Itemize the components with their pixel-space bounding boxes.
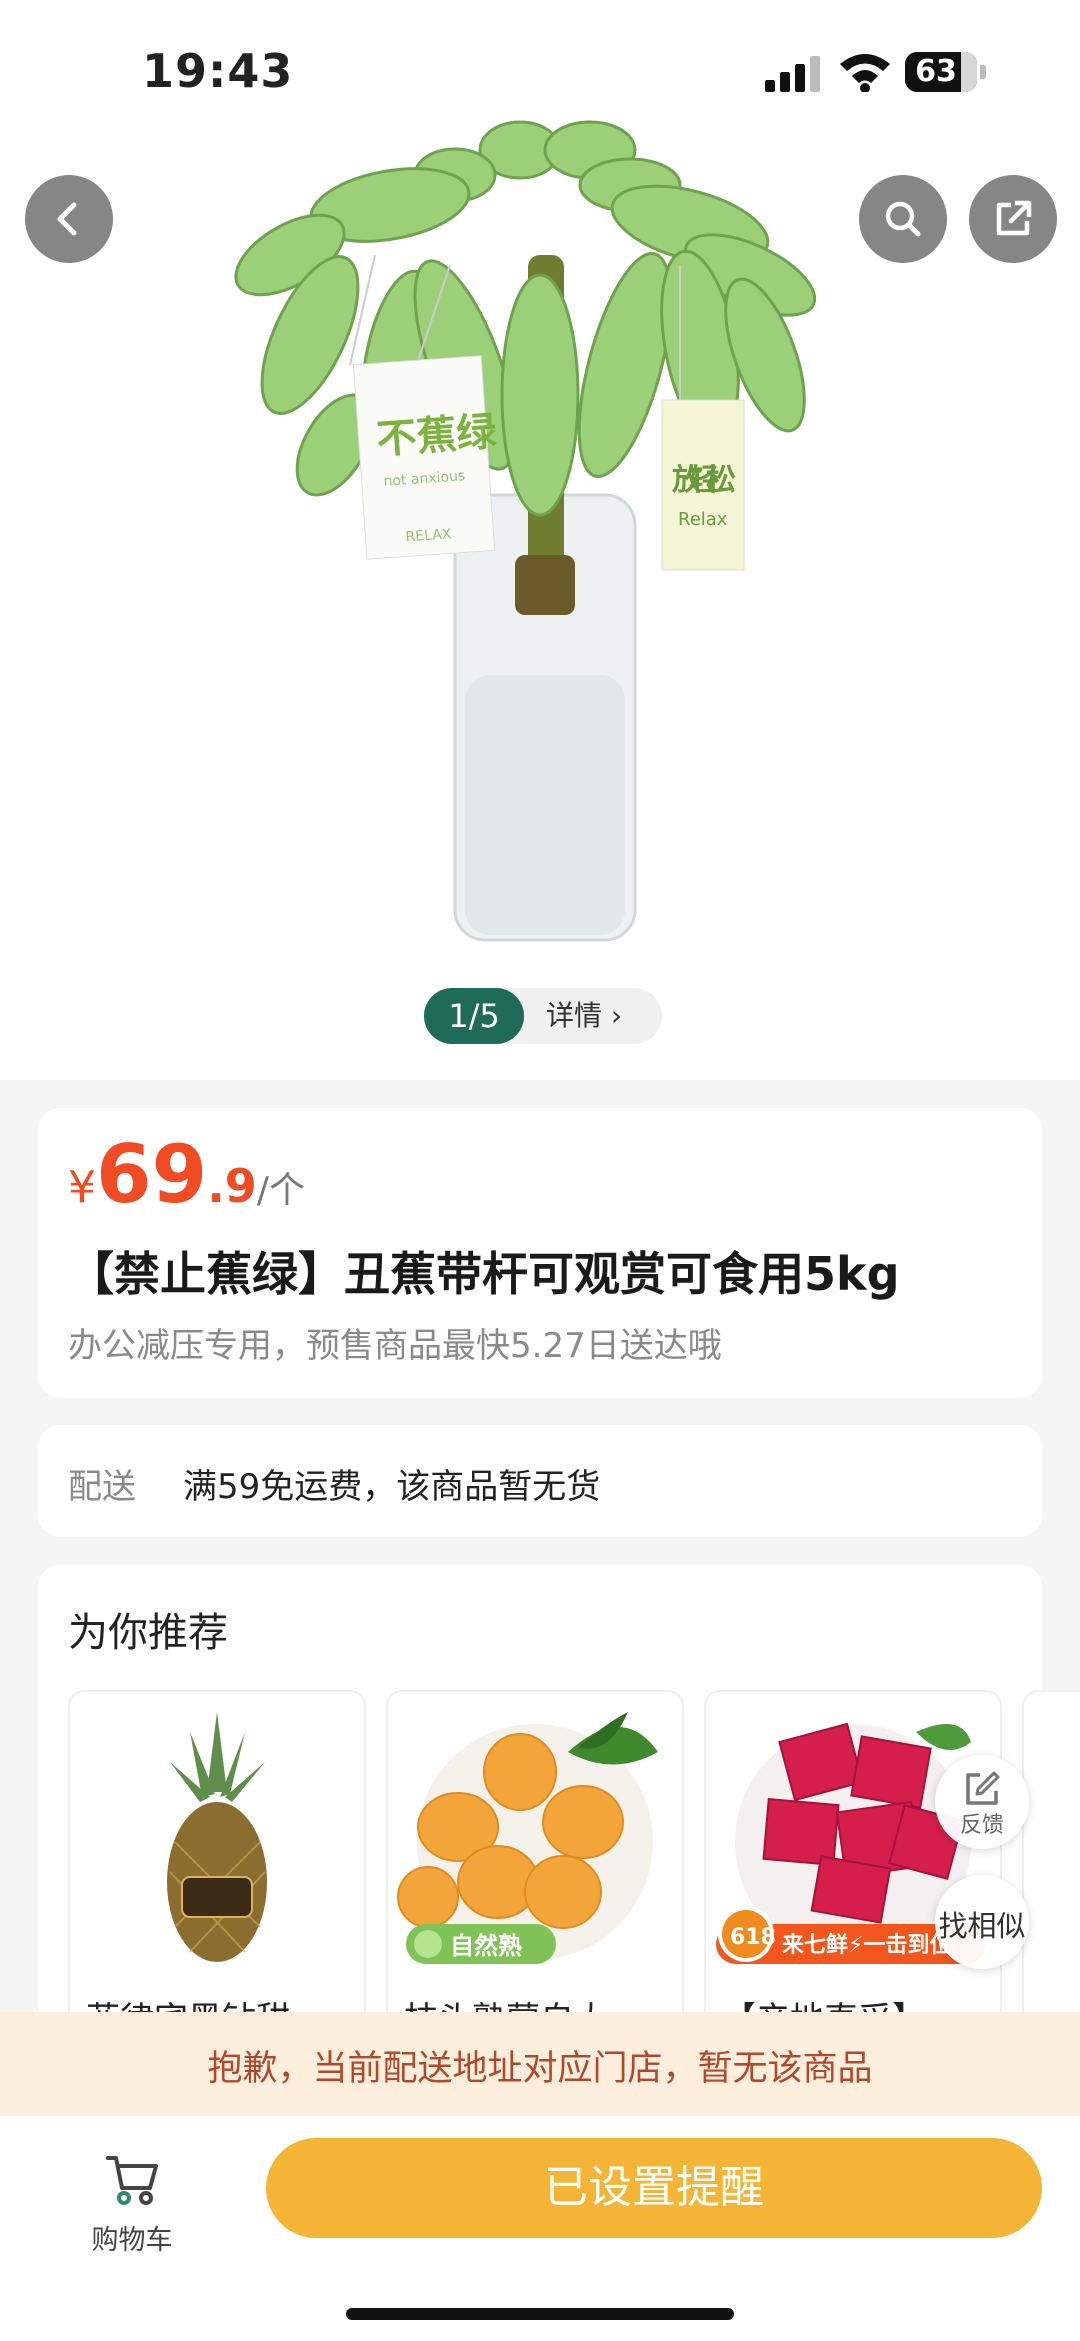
product-image: 不蕉绿 not anxious RELAX 放轻松 Relax [234, 120, 817, 942]
out-of-stock-notice: 抱歉，当前配送地址对应门店，暂无该商品 [0, 2012, 1080, 2116]
wifi-icon [840, 54, 890, 92]
find-similar-label: 找相似 [938, 1909, 1026, 1943]
product-title: 【禁止蕉绿】丑蕉带杆可观赏可食用5kg [68, 1247, 900, 1301]
gallery-pager[interactable]: 1/5 详情 › [424, 988, 662, 1044]
loquat-image: 自然熟 [397, 1712, 658, 1964]
battery-level: 63 [915, 54, 957, 89]
share-button[interactable] [969, 175, 1057, 263]
status-bar: 19:43 63 [0, 0, 1080, 140]
delivery-card[interactable]: 配送 满59免运费，该商品暂无货 [38, 1425, 1042, 1537]
price-unit: /个 [256, 1170, 305, 1211]
tag-right-cn: 放轻松 [671, 463, 736, 498]
price-card: ¥69.9/个 【禁止蕉绿】丑蕉带杆可观赏可食用5kg 办公减压专用，预售商品最… [38, 1108, 1042, 1398]
delivery-value: 满59免运费，该商品暂无货 [183, 1467, 601, 1507]
seven-fresh-badge: 来七鲜⚡一击到位 [781, 1932, 951, 1958]
battery-icon: 63 [905, 52, 987, 92]
share-icon [996, 200, 1032, 236]
chevron-left-icon [57, 202, 77, 236]
tag-right-en: Relax [678, 509, 728, 530]
delivery-label: 配送 [68, 1467, 136, 1507]
detail-link[interactable]: 详情 › [546, 988, 622, 1044]
badge-618: 618 [730, 1925, 776, 1950]
feedback-label: 反馈 [959, 1813, 1004, 1838]
feedback-button[interactable]: 反馈 [935, 1755, 1029, 1849]
status-time: 19:43 [142, 44, 294, 98]
search-button[interactable] [859, 175, 947, 263]
edit-icon [966, 1771, 1000, 1805]
gallery-index: 1/5 [424, 988, 524, 1044]
notice-text: 抱歉，当前配送地址对应门店，暂无该商品 [207, 2049, 873, 2089]
cart-icon [106, 2156, 158, 2205]
cart-button[interactable]: 购物车 [70, 2138, 194, 2256]
price-decimal: .9 [207, 1159, 257, 1213]
back-button[interactable] [25, 175, 113, 263]
product-subtitle: 办公减压专用，预售商品最快5.27日送达哦 [68, 1326, 722, 1366]
reminder-set-button[interactable]: 已设置提醒 [266, 2138, 1042, 2238]
home-indicator [346, 2308, 734, 2320]
recommend-section: 为你推荐 菲律宾黑钻甜 [38, 1565, 1080, 2094]
price-currency: ¥ [68, 1162, 96, 1213]
tag-left-bottom: RELAX [405, 526, 452, 545]
cart-label: 购物车 [91, 2225, 173, 2256]
search-icon [885, 201, 921, 237]
price: ¥69.9/个 [68, 1128, 305, 1221]
cellular-signal-icon [765, 56, 820, 92]
product-gallery[interactable]: 不蕉绿 not anxious RELAX 放轻松 Relax 1/5 详情 › [0, 0, 1080, 1080]
price-integer: 69 [96, 1128, 208, 1221]
pineapple-image [167, 1712, 267, 1962]
find-similar-button[interactable]: 找相似 [935, 1875, 1029, 1969]
recommend-title: 为你推荐 [68, 1610, 228, 1656]
tag-left-big: 不蕉绿 [375, 409, 499, 463]
natural-ripe-badge: 自然熟 [450, 1932, 522, 1960]
